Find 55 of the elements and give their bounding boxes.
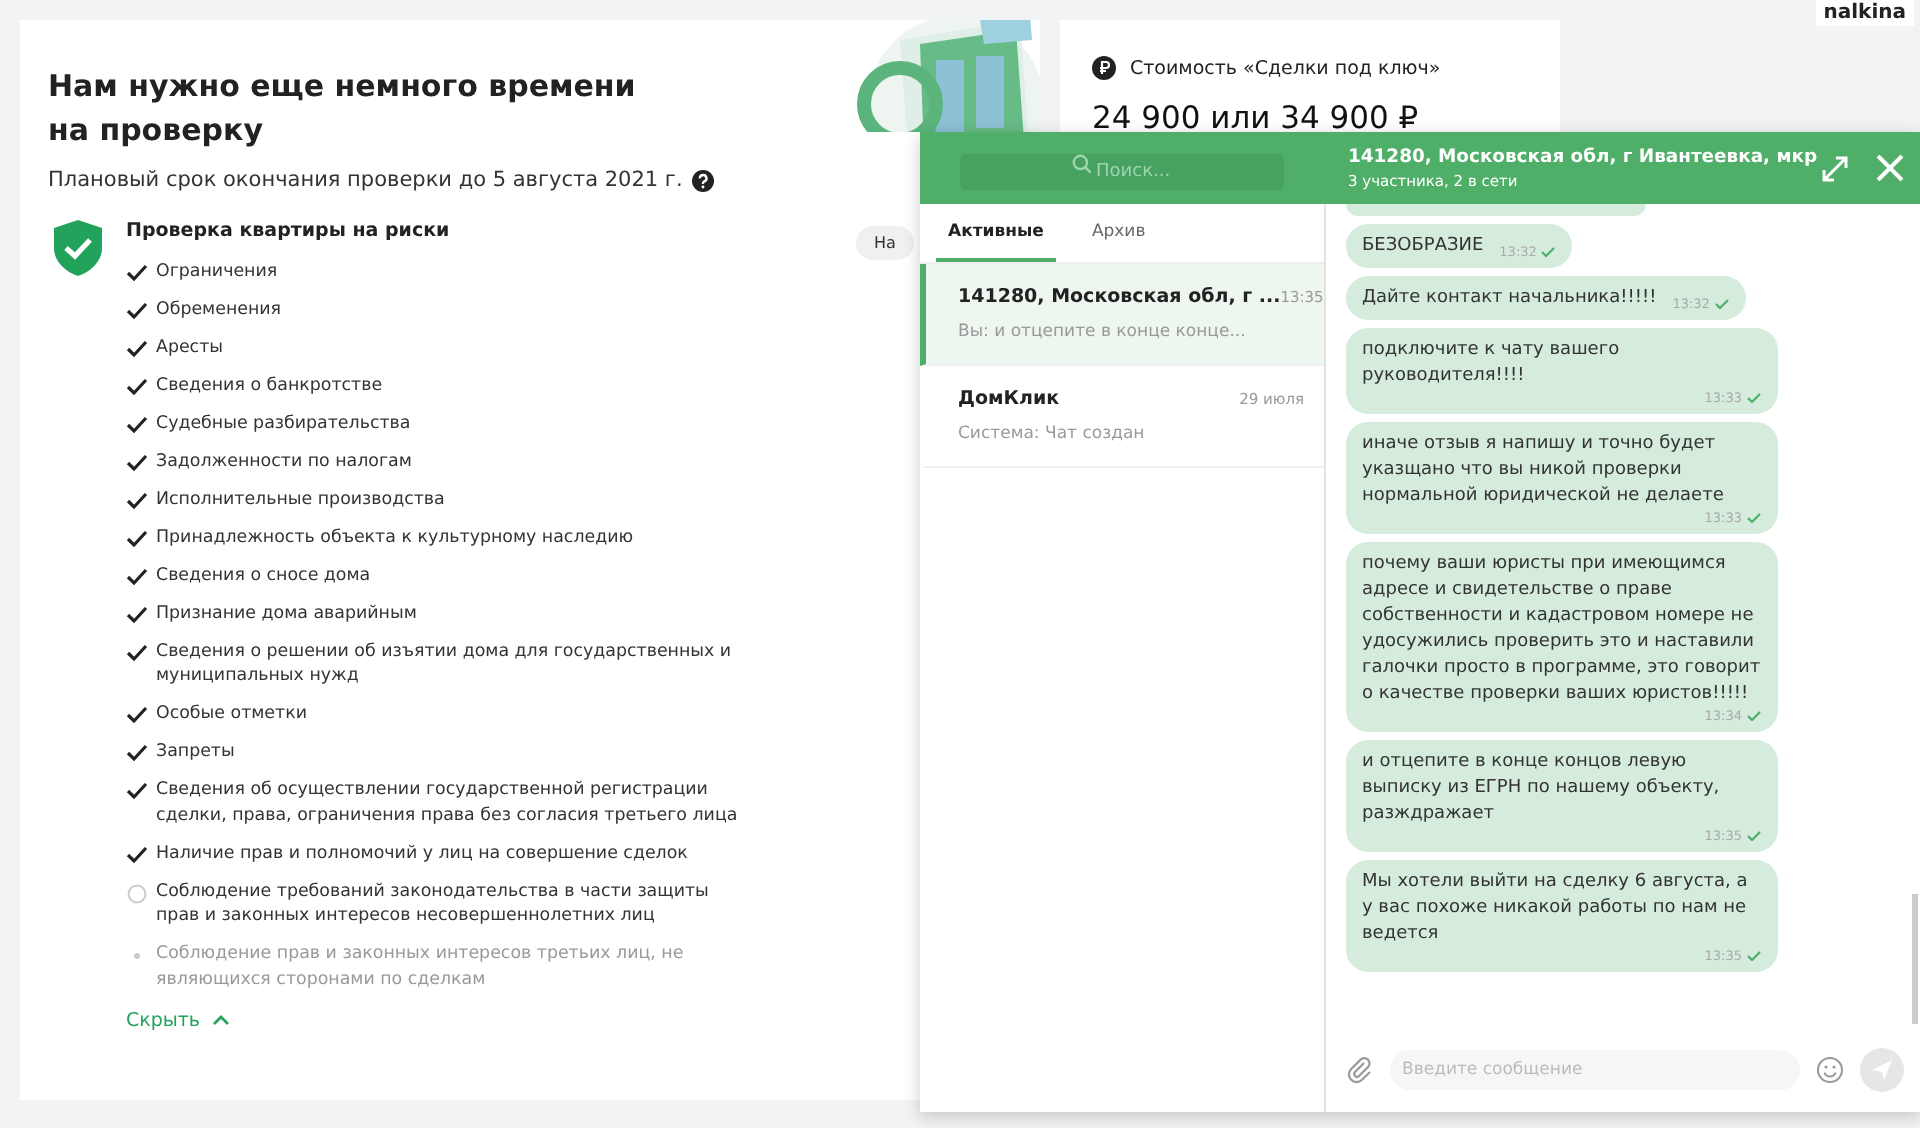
conversation-title: 141280, Московская обл, г ...: [958, 286, 1281, 308]
checklist-item: Запреты: [156, 740, 235, 765]
checklist-item: Сведения о решении об изъятии дома для государственных и муниципальных нужд: [156, 639, 734, 689]
checklist-item: Соблюдение требований законодательства в части защиты прав и законных интересов несовершеннолетних лиц: [156, 879, 711, 929]
message-text: БЕЗОБРАЗИЕ: [1362, 234, 1484, 260]
chevron-up-icon: [212, 1014, 231, 1026]
conversation-preview: Система: Чат создан: [958, 424, 1147, 444]
username-label: nalkina: [1815, 0, 1914, 26]
expand-icon[interactable]: [1822, 155, 1848, 181]
message-text: почему ваши юристы при имеющимся адресе и свидетельстве о праве собственности и кадастровом номере не удосужились проверить это и наставили галочки просто в программе, это говорит о качестве проверки ваших юристов!!!!!: [1362, 552, 1762, 708]
message-text: и отцепите в конце концов левую выписку из ЕГРН по нашему объекту, разждражает: [1362, 750, 1722, 828]
check-icon: [1540, 246, 1557, 258]
price-title: Стоимость «Сделки под ключ»: [1130, 57, 1441, 79]
checklist-item: Особые отметки: [156, 702, 307, 727]
scrollbar[interactable]: [1912, 894, 1918, 1024]
checklist-item: Задолженности по налогам: [156, 449, 412, 474]
shield-check-icon: [54, 220, 102, 276]
search-icon: [1072, 154, 1092, 174]
status-badge: На: [856, 226, 914, 260]
price-value: 24 900 или 34 900 ₽: [1092, 100, 1421, 136]
check-icon: [1746, 830, 1762, 842]
help-icon[interactable]: [692, 169, 715, 191]
close-icon[interactable]: [1876, 154, 1904, 182]
message-text: Мы хотели выйти на сделку 6 августа, а у вас похоже никакой работы по нам не ведется: [1362, 870, 1750, 948]
review-title: Нам нужно еще немного времени на проверку: [48, 66, 638, 152]
checklist-title: Проверка квартиры на риски: [126, 220, 452, 242]
chat-tab[interactable]: Архив: [1079, 204, 1158, 262]
check-icon: [1746, 950, 1762, 962]
checklist-item: Судебные разбирательства: [156, 411, 411, 436]
search-field[interactable]: Поиск...: [960, 154, 1284, 190]
message-text: Дайте контакт начальника!!!!!: [1362, 286, 1657, 312]
review-deadline: Плановый срок окончания проверки до 5 августа 2021 г.: [48, 168, 683, 192]
checklist-item: Принадлежность объекта к культурному наследию: [156, 525, 634, 550]
emoji-icon[interactable]: [1816, 1056, 1844, 1084]
message-text: подключите к чату вашего руководителя!!!!: [1362, 338, 1622, 390]
checklist-item: Исполнительные производства: [156, 487, 445, 512]
paperclip-icon[interactable]: [1346, 1056, 1374, 1084]
checklist-item: Сведения о сносе дома: [156, 563, 371, 588]
check-icon: [1746, 710, 1762, 722]
check-icon: [1746, 392, 1762, 404]
message-input[interactable]: Введите сообщение: [1390, 1050, 1800, 1090]
ruble-icon: [1092, 56, 1116, 80]
checklist-item: Аресты: [156, 335, 223, 360]
check-icon: [1713, 298, 1730, 310]
checklist-item: Обременения: [156, 297, 282, 322]
conversation-title: ДомКлик: [958, 388, 1060, 410]
checklist-item: Сведения об осуществлении государственной регистрации сделки, права, ограничения права без согласия третьего лица: [156, 778, 740, 828]
check-icon: [1746, 512, 1762, 524]
message-text: иначе отзыв я напишу и точно будет указщано что вы никой проверки нормальной юридической не делаете: [1362, 432, 1726, 510]
checklist-item: Сведения о банкротстве: [156, 373, 383, 398]
conversation-preview: Вы: и отцепите в конце конце...: [958, 322, 1248, 342]
checklist-item: Ограничения: [156, 259, 278, 284]
checklist-item: Признание дома аварийным: [156, 601, 417, 626]
checklist-item: Соблюдение прав и законных интересов третьих лиц, не являющихся сторонами по сделкам: [156, 942, 686, 992]
checklist-item: Наличие прав и полномочий у лиц на совершение сделок: [156, 841, 688, 866]
